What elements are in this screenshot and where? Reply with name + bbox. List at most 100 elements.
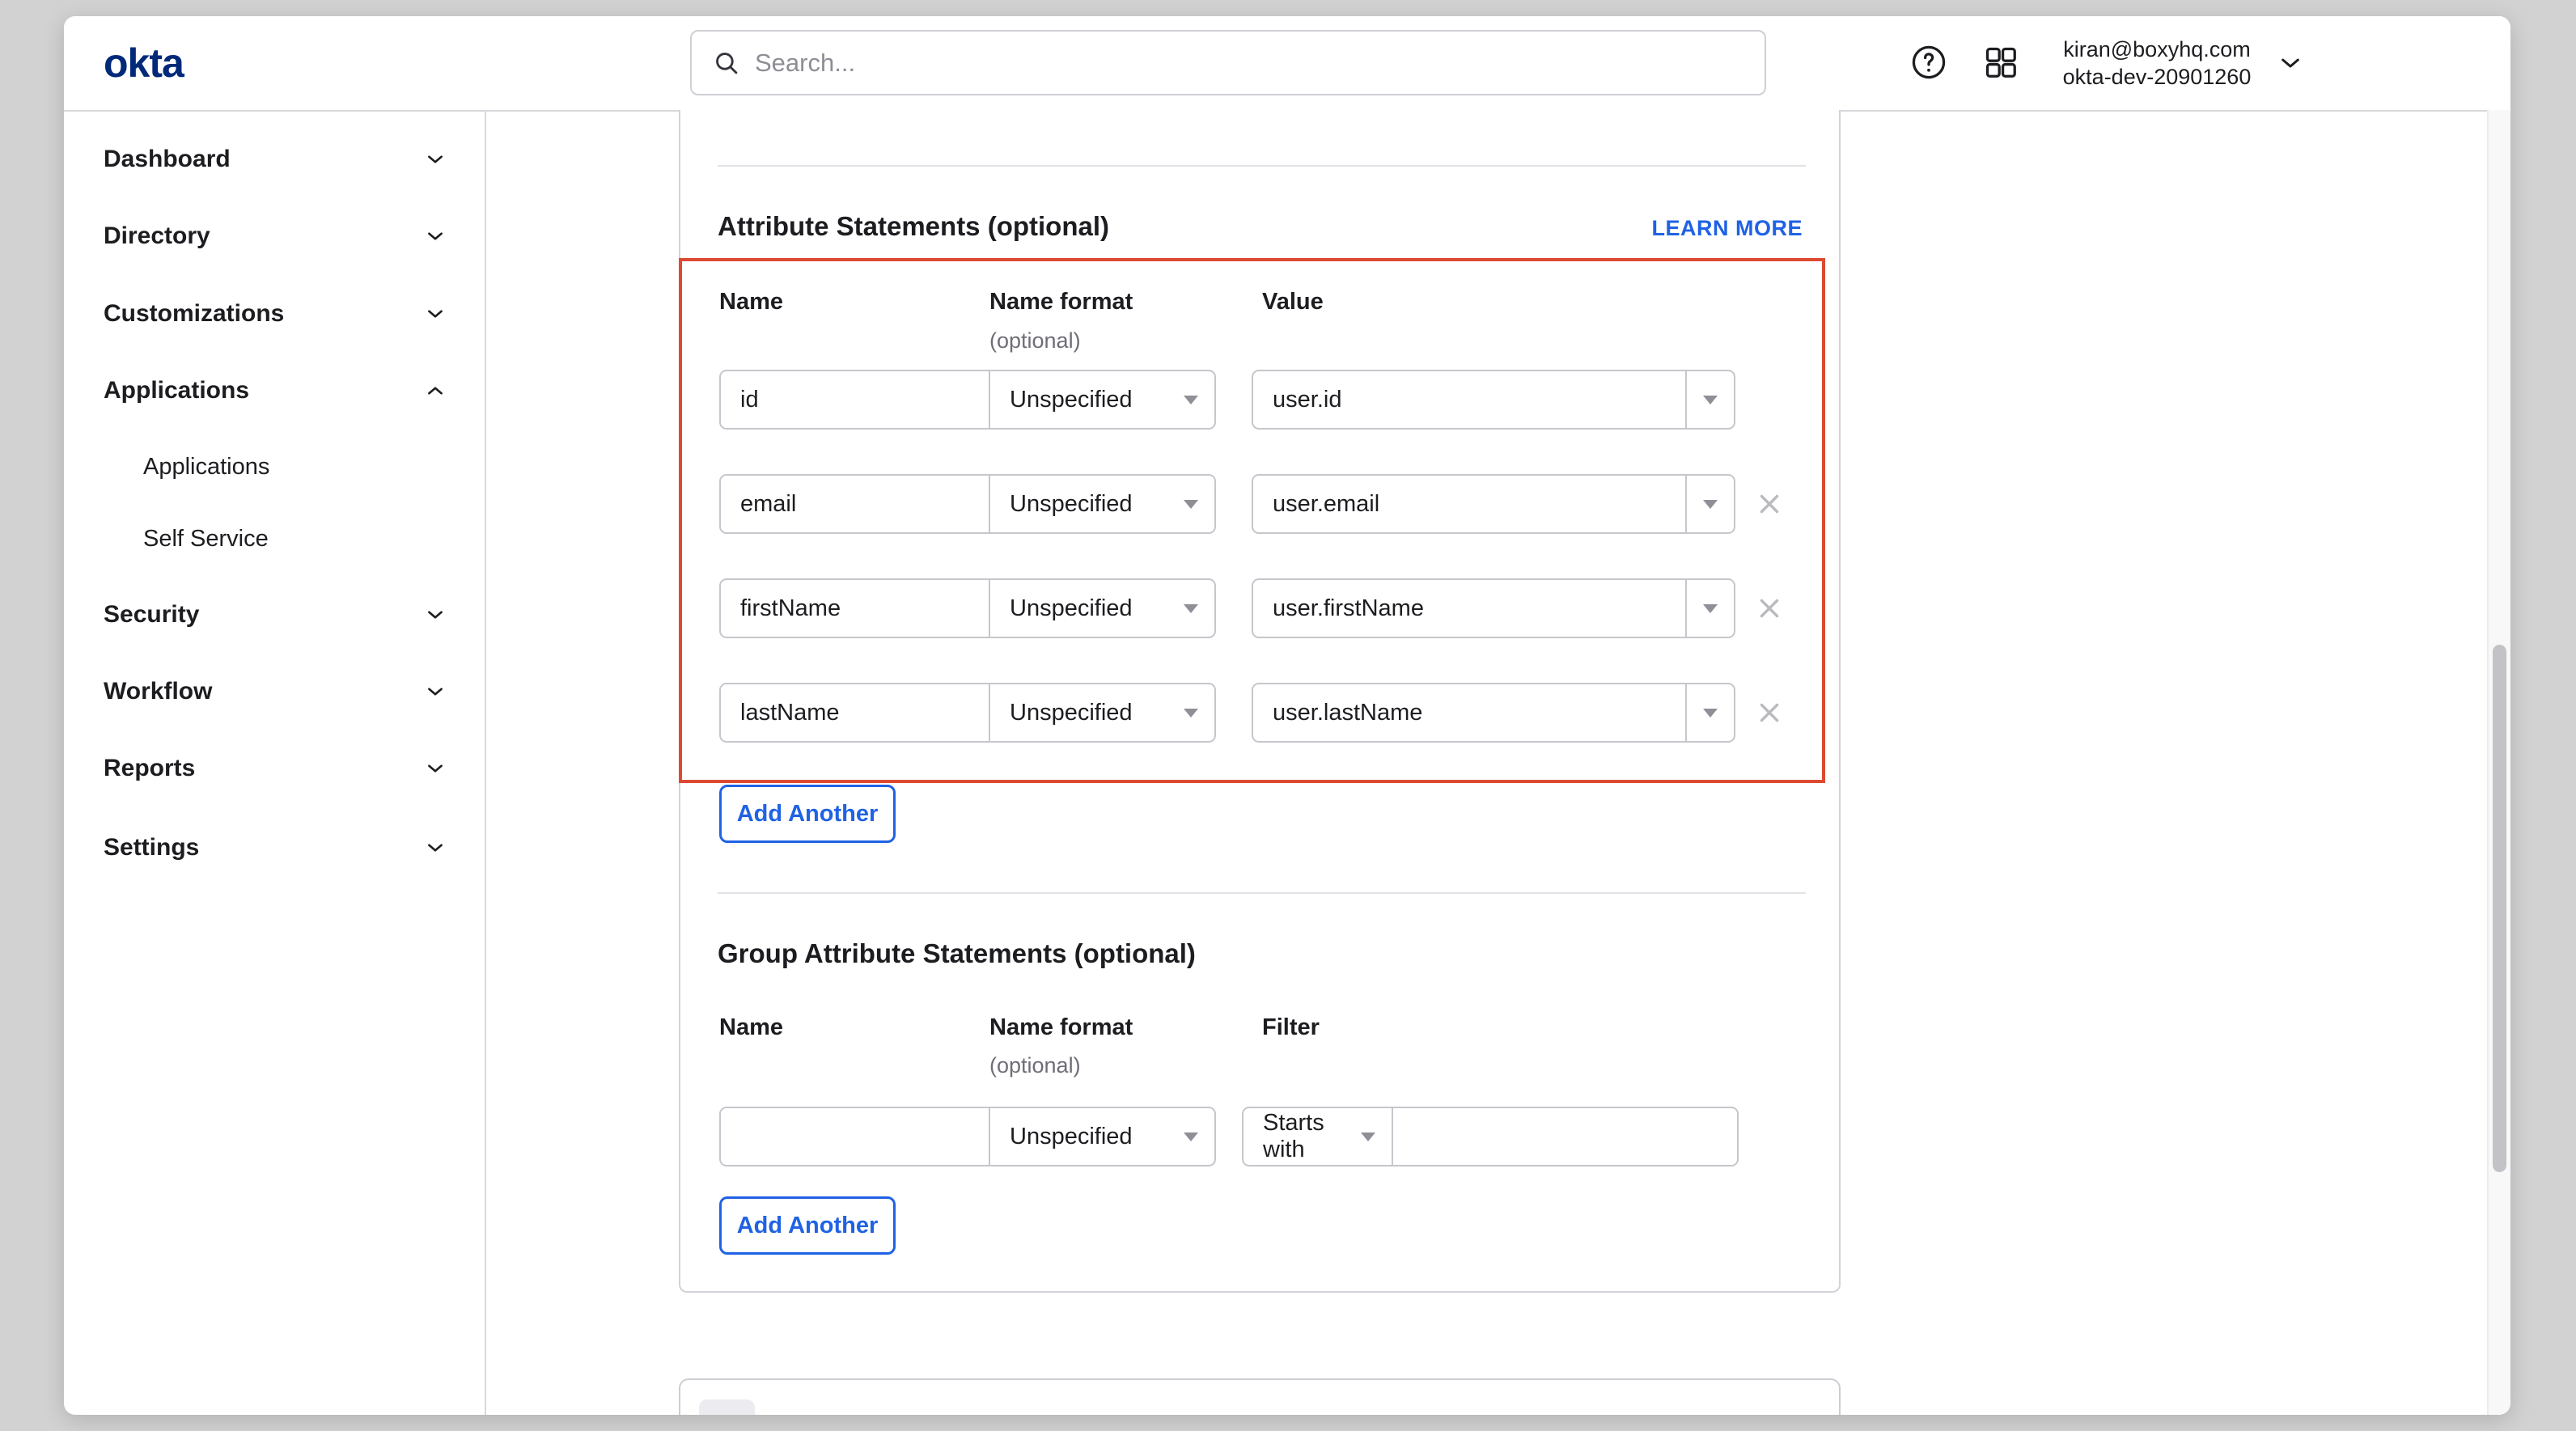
sidebar-item-directory[interactable]: Directory xyxy=(104,212,446,260)
name-format-select[interactable]: Unspecified xyxy=(989,580,1214,637)
name-and-format-group: Unspecified xyxy=(719,474,1216,534)
scrollbar-track[interactable] xyxy=(2487,110,2510,1415)
section-divider xyxy=(718,165,1806,167)
sidebar-item-label: Reports xyxy=(104,755,195,782)
sidebar-item-security[interactable]: Security xyxy=(104,591,446,639)
add-another-attribute-button[interactable]: Add Another xyxy=(719,785,896,843)
attribute-value-combobox xyxy=(1252,578,1735,638)
filter-type-select[interactable]: Starts with xyxy=(1244,1108,1392,1165)
group-attribute-statement-row: Unspecified Starts with xyxy=(719,1107,1807,1166)
topbar: okta kiran@boxyhq.com okta-dev-20901260 xyxy=(64,16,2510,110)
delete-row-icon[interactable] xyxy=(1756,490,1783,518)
sidebar-item-settings[interactable]: Settings xyxy=(104,823,446,872)
filter-type-selected-value: Starts with xyxy=(1263,1110,1361,1163)
dropdown-arrow-icon xyxy=(1184,396,1198,404)
app-logo-placeholder xyxy=(699,1399,755,1415)
chevron-down-icon[interactable] xyxy=(2277,50,2303,76)
search-icon xyxy=(713,49,740,77)
group-attribute-statements-title: Group Attribute Statements (optional) xyxy=(718,938,1196,969)
sidebar-subitem-applications[interactable]: Applications xyxy=(143,442,446,491)
sidebar-item-label: Directory xyxy=(104,222,210,250)
attribute-name-input[interactable] xyxy=(721,387,989,413)
name-and-format-group: Unspecified xyxy=(719,578,1216,638)
attribute-name-input[interactable] xyxy=(721,700,989,726)
value-dropdown-button[interactable] xyxy=(1685,371,1734,428)
next-section-card xyxy=(679,1378,1841,1415)
attribute-value-input[interactable] xyxy=(1253,491,1685,518)
sidebar-item-customizations[interactable]: Customizations xyxy=(104,290,446,338)
sidebar-nav: Dashboard Directory Customizations Appli… xyxy=(64,110,485,1415)
account-org: okta-dev-20901260 xyxy=(2063,63,2252,91)
scrollbar-thumb[interactable] xyxy=(2493,645,2506,1172)
attribute-value-combobox xyxy=(1252,370,1735,430)
delete-row-icon[interactable] xyxy=(1756,595,1783,622)
filter-value-input[interactable] xyxy=(1393,1124,1737,1150)
column-header-name: Name xyxy=(719,289,783,315)
value-dropdown-button[interactable] xyxy=(1685,580,1734,637)
name-format-selected-value: Unspecified xyxy=(1010,491,1133,518)
sidebar-subitem-label: Applications xyxy=(143,454,269,481)
sidebar-item-label: Applications xyxy=(104,377,249,404)
chevron-up-icon xyxy=(425,380,446,401)
sidebar-item-label: Settings xyxy=(104,834,199,862)
attribute-statement-row: Unspecified xyxy=(719,683,1807,743)
attribute-statements-title: Attribute Statements (optional) xyxy=(718,211,1109,242)
column-header-value: Value xyxy=(1262,289,1324,315)
sidebar-item-applications[interactable]: Applications xyxy=(104,366,446,415)
okta-logo: okta xyxy=(104,16,184,110)
add-another-group-attribute-button[interactable]: Add Another xyxy=(719,1196,896,1255)
section-divider xyxy=(718,892,1806,894)
sidebar-item-label: Dashboard xyxy=(104,146,231,173)
name-and-format-group: Unspecified xyxy=(719,1107,1216,1166)
sidebar-item-reports[interactable]: Reports xyxy=(104,744,446,793)
dropdown-arrow-icon xyxy=(1703,500,1718,509)
column-header-format-note: (optional) xyxy=(989,1053,1081,1078)
attribute-name-input[interactable] xyxy=(721,595,989,622)
app-switcher-grid-icon[interactable] xyxy=(1983,44,2019,80)
dropdown-arrow-icon xyxy=(1184,1133,1198,1141)
app-window: okta kiran@boxyhq.com okta-dev-20901260 xyxy=(64,16,2510,1415)
name-format-select[interactable]: Unspecified xyxy=(989,684,1214,741)
sidebar-item-dashboard[interactable]: Dashboard xyxy=(104,135,446,184)
group-attribute-name-input[interactable] xyxy=(721,1124,989,1150)
column-header-filter: Filter xyxy=(1262,1014,1320,1041)
column-header-format: Name format xyxy=(989,1014,1133,1041)
attribute-statement-row: Unspecified xyxy=(719,578,1807,638)
dropdown-arrow-icon xyxy=(1184,500,1198,509)
chevron-down-icon xyxy=(425,303,446,324)
sidebar-item-label: Workflow xyxy=(104,678,212,705)
name-format-select[interactable]: Unspecified xyxy=(989,476,1214,532)
name-format-selected-value: Unspecified xyxy=(1010,595,1133,622)
dropdown-arrow-icon xyxy=(1703,604,1718,613)
filter-group: Starts with xyxy=(1242,1107,1739,1166)
attribute-value-input[interactable] xyxy=(1253,595,1685,622)
name-format-select[interactable]: Unspecified xyxy=(989,371,1214,428)
name-format-select[interactable]: Unspecified xyxy=(989,1108,1214,1165)
sidebar-subitem-self-service[interactable]: Self Service xyxy=(143,514,446,563)
name-format-selected-value: Unspecified xyxy=(1010,387,1133,413)
sidebar-item-label: Security xyxy=(104,601,199,629)
attribute-value-input[interactable] xyxy=(1253,700,1685,726)
sidebar-divider xyxy=(485,110,486,1415)
saml-settings-card: Attribute Statements (optional) LEARN MO… xyxy=(679,110,1841,1293)
dropdown-arrow-icon xyxy=(1184,709,1198,718)
search-input[interactable] xyxy=(755,49,1743,78)
sidebar-item-label: Customizations xyxy=(104,300,284,328)
help-icon[interactable] xyxy=(1910,44,1947,81)
chevron-down-icon xyxy=(425,149,446,170)
delete-row-icon[interactable] xyxy=(1756,699,1783,726)
attribute-name-input[interactable] xyxy=(721,491,989,518)
value-dropdown-button[interactable] xyxy=(1685,476,1734,532)
sidebar-item-workflow[interactable]: Workflow xyxy=(104,667,446,716)
name-format-selected-value: Unspecified xyxy=(1010,1124,1133,1150)
global-search xyxy=(690,30,1766,95)
column-header-name: Name xyxy=(719,1014,783,1041)
account-menu[interactable]: kiran@boxyhq.com okta-dev-20901260 xyxy=(2056,36,2258,91)
dropdown-arrow-icon xyxy=(1703,396,1718,404)
dropdown-arrow-icon xyxy=(1184,604,1198,613)
attribute-value-input[interactable] xyxy=(1253,387,1685,413)
attribute-statement-row: Unspecified xyxy=(719,474,1807,534)
learn-more-link[interactable]: LEARN MORE xyxy=(1652,216,1803,241)
chevron-down-icon xyxy=(425,681,446,702)
value-dropdown-button[interactable] xyxy=(1685,684,1734,741)
